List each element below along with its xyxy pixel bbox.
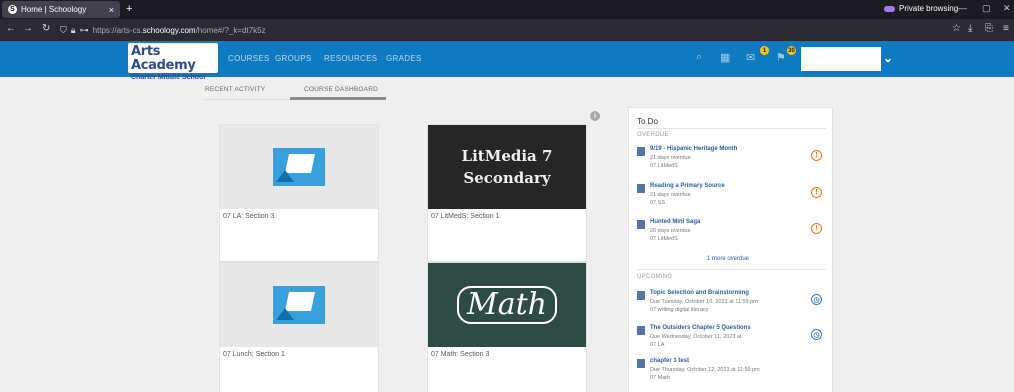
clock-icon: ◷	[811, 329, 822, 340]
todo-item-status: 21 days overdue	[650, 192, 691, 198]
course-name: 07 Math: Section 3	[431, 351, 490, 358]
notifications-icon[interactable]: ⚑	[776, 51, 786, 64]
course-name: 07 LA: Section 3	[223, 213, 275, 220]
user-name-box[interactable]	[801, 47, 881, 71]
close-tab-icon[interactable]: ×	[109, 5, 114, 15]
todo-item-due: Due Tuesday, October 10, 2023 at 11:59 p…	[650, 299, 758, 305]
todo-item-title[interactable]: Reading a Primary Source	[650, 183, 725, 189]
browser-tab[interactable]: S Home | Schoology ×	[2, 1, 120, 18]
todo-item-course: 07 Math	[650, 375, 670, 381]
logo-line1: Arts Academy	[131, 44, 196, 73]
assignment-icon	[637, 147, 645, 156]
todo-panel: To Do OVERDUE 9/19 - Hispanic Heritage M…	[628, 107, 833, 392]
active-tab-indicator	[290, 97, 386, 100]
private-browsing-label: Private browsing	[899, 4, 959, 13]
assignment-icon	[637, 326, 645, 335]
notifications-badge: 30	[787, 46, 796, 55]
private-browsing-indicator: Private browsing	[884, 4, 958, 13]
nav-groups[interactable]: GROUPS	[275, 54, 311, 63]
address-bar[interactable]: ⛉ 🔒︎ ⊶ https://arts-cs.schoology.com/hom…	[60, 22, 936, 38]
minimize-icon[interactable]: —	[958, 3, 967, 13]
divider	[637, 128, 826, 129]
reload-icon[interactable]: ↻	[42, 23, 50, 34]
todo-item-status: 20 days overdue	[650, 228, 691, 234]
bookmark-star-icon[interactable]: ☆	[952, 23, 961, 34]
forward-icon[interactable]: →	[23, 23, 33, 34]
course-image: Math	[428, 263, 586, 347]
downloads-icon[interactable]: ⤓	[968, 23, 972, 34]
extensions-icon[interactable]: ⎘	[985, 23, 993, 34]
tab-title: Home | Schoology	[21, 5, 87, 14]
todo-item-title[interactable]: chapter 1 test	[650, 358, 689, 364]
assignment-icon	[637, 220, 645, 229]
assignment-icon	[637, 359, 645, 368]
menu-icon[interactable]: ≡	[1003, 23, 1009, 34]
course-card[interactable]: Math 07 Math: Section 3	[427, 262, 587, 392]
todo-item-course: 07 LitMedS	[650, 236, 678, 242]
image-text-line2: Secondary	[463, 169, 551, 187]
maximize-icon[interactable]: ▢	[982, 3, 991, 14]
todo-item-course: 07 LitMedS	[650, 163, 678, 169]
todo-title: To Do	[637, 117, 658, 126]
course-book-image	[273, 286, 325, 324]
course-card[interactable]: 07 LA: Section 3	[219, 124, 379, 262]
nav-resources[interactable]: RESOURCES	[324, 54, 377, 63]
calendar-icon[interactable]: ▦	[720, 51, 730, 64]
todo-item-course: 07 LA	[650, 342, 665, 348]
todo-item-title[interactable]: The Outsiders Chapter 5 Questions	[650, 325, 751, 331]
image-text-line1: LitMedia 7	[461, 147, 553, 165]
url-text: https://arts-cs.schoology.com/home#/?_k=…	[92, 25, 266, 35]
search-icon[interactable]: ⌕	[696, 51, 702, 64]
todo-item-title[interactable]: Hunted Mini Saga	[650, 219, 700, 225]
close-window-icon[interactable]: ✕	[1003, 3, 1011, 14]
assignment-icon	[637, 291, 645, 300]
course-book-image	[273, 148, 325, 186]
overdue-alert-icon: !	[811, 223, 822, 234]
shield-icon: ⛉	[60, 24, 67, 35]
info-icon[interactable]: i	[590, 111, 600, 121]
todo-item-status: 21 days overdue	[650, 155, 691, 161]
chevron-down-icon[interactable]: ⌄	[883, 51, 893, 65]
schoology-favicon-icon: S	[8, 5, 17, 14]
nav-courses[interactable]: COURSES	[228, 54, 270, 63]
lock-icon: 🔒︎	[70, 24, 76, 35]
todo-item-due: Due Thursday, October 12, 2023 at 11:59 …	[650, 367, 760, 373]
todo-item-course: 07 writing digital literacy	[650, 307, 709, 313]
messages-badge: 1	[760, 46, 769, 55]
more-overdue-link[interactable]: 1 more overdue	[707, 256, 749, 262]
assignment-icon	[637, 184, 645, 193]
course-card[interactable]: LitMedia 7 Secondary 07 LitMedS: Section…	[427, 124, 587, 262]
tab-recent-activity[interactable]: RECENT ACTIVITY	[205, 86, 265, 93]
course-image	[220, 263, 378, 347]
overdue-heading: OVERDUE	[637, 132, 669, 138]
back-icon[interactable]: ←	[6, 23, 16, 34]
messages-icon[interactable]: ✉	[746, 51, 755, 64]
overdue-alert-icon: !	[811, 187, 822, 198]
browser-toolbar: ← → ↻ ⛉ 🔒︎ ⊶ https://arts-cs.schoology.c…	[0, 19, 1014, 41]
overdue-alert-icon: !	[811, 150, 822, 161]
course-image-text: Math	[457, 286, 557, 324]
course-image-text: LitMedia 7 Secondary	[462, 145, 553, 189]
todo-item-due: Due Wednesday, October 11, 2023 at	[650, 334, 742, 340]
todo-item-course: 07 SS	[650, 200, 665, 206]
upcoming-heading: UPCOMING	[637, 274, 673, 280]
course-image: LitMedia 7 Secondary	[428, 125, 586, 209]
todo-item-title[interactable]: Topic Selection and Brainstorming	[650, 290, 749, 296]
permissions-icon: ⊶	[79, 24, 89, 35]
clock-icon: ◷	[811, 294, 822, 305]
browser-tab-bar: S Home | Schoology × + Private browsing …	[0, 0, 1014, 19]
private-mask-icon	[884, 5, 895, 12]
school-logo[interactable]: Arts Academy Charter Middle School	[128, 43, 218, 81]
new-tab-button[interactable]: +	[126, 3, 132, 15]
tab-course-dashboard[interactable]: COURSE DASHBOARD	[304, 86, 378, 93]
divider	[637, 269, 826, 270]
course-image	[220, 125, 378, 209]
logo-line2: Charter Middle School	[131, 74, 206, 81]
nav-grades[interactable]: GRADES	[386, 54, 422, 63]
course-name: 07 Lunch: Section 1	[223, 351, 285, 358]
todo-item-title[interactable]: 9/19 - Hispanic Heritage Month	[650, 146, 737, 152]
course-name: 07 LitMedS: Section 1	[431, 213, 500, 220]
course-card[interactable]: 07 Lunch: Section 1	[219, 262, 379, 392]
